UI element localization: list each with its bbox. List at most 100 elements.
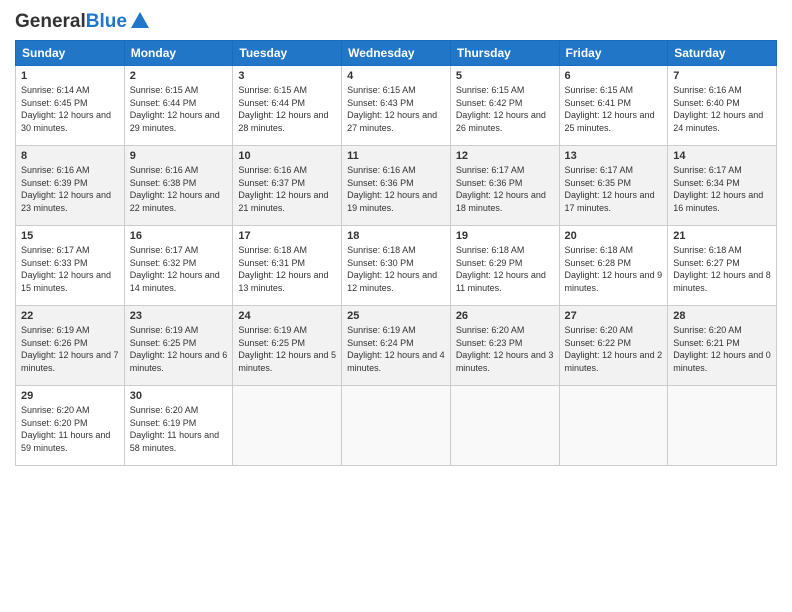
- day-info: Sunrise: 6:18 AMSunset: 6:30 PMDaylight:…: [347, 244, 445, 294]
- day-number: 29: [21, 390, 119, 402]
- day-info: Sunrise: 6:19 AMSunset: 6:26 PMDaylight:…: [21, 324, 119, 374]
- calendar-cell: 21Sunrise: 6:18 AMSunset: 6:27 PMDayligh…: [668, 226, 777, 306]
- day-number: 10: [238, 150, 336, 162]
- calendar-week-row: 1Sunrise: 6:14 AMSunset: 6:45 PMDaylight…: [16, 66, 777, 146]
- day-number: 27: [565, 310, 663, 322]
- calendar-cell: 3 Sunrise: 6:15 AMSunset: 6:44 PMDaylight…: [233, 66, 342, 146]
- calendar-cell: 6Sunrise: 6:15 AMSunset: 6:41 PMDaylight…: [559, 66, 668, 146]
- calendar-cell: 22 Sunrise: 6:19 AMSunset: 6:26 PMDayligh…: [16, 306, 125, 386]
- day-info: Sunrise: 6:16 AMSunset: 6:38 PMDaylight:…: [130, 164, 228, 214]
- calendar-cell: 15 Sunrise: 6:17 AMSunset: 6:33 PMDayligh…: [16, 226, 125, 306]
- day-info: Sunrise: 6:15 AMSunset: 6:44 PMDaylight:…: [238, 84, 336, 134]
- day-info: Sunrise: 6:20 AMSunset: 6:19 PMDaylight:…: [130, 404, 228, 454]
- calendar-cell: 1Sunrise: 6:14 AMSunset: 6:45 PMDaylight…: [16, 66, 125, 146]
- calendar-header-row: SundayMondayTuesdayWednesdayThursdayFrid…: [16, 41, 777, 66]
- day-info: Sunrise: 6:18 AMSunset: 6:29 PMDaylight:…: [456, 244, 554, 294]
- day-info: Sunrise: 6:16 AMSunset: 6:40 PMDaylight:…: [673, 84, 771, 134]
- logo-icon: [129, 10, 151, 32]
- day-info: Sunrise: 6:16 AMSunset: 6:39 PMDaylight:…: [21, 164, 119, 214]
- day-info: Sunrise: 6:18 AMSunset: 6:31 PMDaylight:…: [238, 244, 336, 294]
- day-number: 9: [130, 150, 228, 162]
- calendar-cell: 24 Sunrise: 6:19 AMSunset: 6:25 PMDayligh…: [233, 306, 342, 386]
- calendar-cell: 12 Sunrise: 6:17 AMSunset: 6:36 PMDayligh…: [450, 146, 559, 226]
- day-info: Sunrise: 6:17 AMSunset: 6:33 PMDaylight:…: [21, 244, 119, 294]
- day-info: Sunrise: 6:17 AMSunset: 6:35 PMDaylight:…: [565, 164, 663, 214]
- calendar-cell: 25 Sunrise: 6:19 AMSunset: 6:24 PMDayligh…: [342, 306, 451, 386]
- weekday-header-monday: Monday: [124, 41, 233, 66]
- day-number: 17: [238, 230, 336, 242]
- calendar-cell: 5 Sunrise: 6:15 AMSunset: 6:42 PMDaylight…: [450, 66, 559, 146]
- day-info: Sunrise: 6:15 AMSunset: 6:42 PMDaylight:…: [456, 84, 554, 134]
- day-number: 4: [347, 70, 445, 82]
- weekday-header-friday: Friday: [559, 41, 668, 66]
- calendar-cell: 16 Sunrise: 6:17 AMSunset: 6:32 PMDayligh…: [124, 226, 233, 306]
- day-info: Sunrise: 6:17 AMSunset: 6:36 PMDaylight:…: [456, 164, 554, 214]
- calendar-cell: 26 Sunrise: 6:20 AMSunset: 6:23 PMDayligh…: [450, 306, 559, 386]
- day-number: 1: [21, 70, 119, 82]
- calendar-cell: 30Sunrise: 6:20 AMSunset: 6:19 PMDayligh…: [124, 386, 233, 466]
- day-number: 25: [347, 310, 445, 322]
- calendar-cell: 8 Sunrise: 6:16 AMSunset: 6:39 PMDaylight…: [16, 146, 125, 226]
- calendar-cell: 23 Sunrise: 6:19 AMSunset: 6:25 PMDayligh…: [124, 306, 233, 386]
- logo: GeneralBlue: [15, 10, 151, 32]
- calendar-cell: 19 Sunrise: 6:18 AMSunset: 6:29 PMDayligh…: [450, 226, 559, 306]
- page: GeneralBlue SundayMondayTuesdayWednesday…: [0, 0, 792, 612]
- day-info: Sunrise: 6:19 AMSunset: 6:24 PMDaylight:…: [347, 324, 445, 374]
- day-info: Sunrise: 6:17 AMSunset: 6:32 PMDaylight:…: [130, 244, 228, 294]
- day-number: 23: [130, 310, 228, 322]
- day-info: Sunrise: 6:19 AMSunset: 6:25 PMDaylight:…: [238, 324, 336, 374]
- calendar-cell: 18 Sunrise: 6:18 AMSunset: 6:30 PMDayligh…: [342, 226, 451, 306]
- day-number: 11: [347, 150, 445, 162]
- calendar-week-row: 29 Sunrise: 6:20 AMSunset: 6:20 PMDayligh…: [16, 386, 777, 466]
- day-number: 12: [456, 150, 554, 162]
- calendar-cell: 27Sunrise: 6:20 AMSunset: 6:22 PMDayligh…: [559, 306, 668, 386]
- calendar-cell: [450, 386, 559, 466]
- calendar-week-row: 8 Sunrise: 6:16 AMSunset: 6:39 PMDaylight…: [16, 146, 777, 226]
- calendar-cell: 2 Sunrise: 6:15 AMSunset: 6:44 PMDaylight…: [124, 66, 233, 146]
- day-number: 2: [130, 70, 228, 82]
- calendar-table: SundayMondayTuesdayWednesdayThursdayFrid…: [15, 40, 777, 466]
- weekday-header-saturday: Saturday: [668, 41, 777, 66]
- day-info: Sunrise: 6:17 AMSunset: 6:34 PMDaylight:…: [673, 164, 771, 214]
- calendar-cell: 9 Sunrise: 6:16 AMSunset: 6:38 PMDaylight…: [124, 146, 233, 226]
- day-number: 13: [565, 150, 663, 162]
- header: GeneralBlue: [15, 10, 777, 32]
- calendar-cell: [342, 386, 451, 466]
- day-number: 5: [456, 70, 554, 82]
- logo-general: General: [15, 11, 86, 32]
- day-info: Sunrise: 6:15 AMSunset: 6:41 PMDaylight:…: [565, 84, 663, 134]
- calendar-cell: 14 Sunrise: 6:17 AMSunset: 6:34 PMDayligh…: [668, 146, 777, 226]
- calendar-cell: 20Sunrise: 6:18 AMSunset: 6:28 PMDayligh…: [559, 226, 668, 306]
- day-info: Sunrise: 6:20 AMSunset: 6:23 PMDaylight:…: [456, 324, 554, 374]
- weekday-header-sunday: Sunday: [16, 41, 125, 66]
- calendar-cell: 7 Sunrise: 6:16 AMSunset: 6:40 PMDaylight…: [668, 66, 777, 146]
- day-number: 26: [456, 310, 554, 322]
- day-number: 18: [347, 230, 445, 242]
- calendar-cell: 29 Sunrise: 6:20 AMSunset: 6:20 PMDayligh…: [16, 386, 125, 466]
- day-number: 28: [673, 310, 771, 322]
- weekday-header-tuesday: Tuesday: [233, 41, 342, 66]
- day-number: 15: [21, 230, 119, 242]
- calendar-cell: 13 Sunrise: 6:17 AMSunset: 6:35 PMDayligh…: [559, 146, 668, 226]
- day-info: Sunrise: 6:19 AMSunset: 6:25 PMDaylight:…: [130, 324, 228, 374]
- calendar-cell: [668, 386, 777, 466]
- day-info: Sunrise: 6:18 AMSunset: 6:28 PMDaylight:…: [565, 244, 663, 294]
- day-number: 19: [456, 230, 554, 242]
- calendar-cell: 11 Sunrise: 6:16 AMSunset: 6:36 PMDayligh…: [342, 146, 451, 226]
- calendar-cell: [559, 386, 668, 466]
- day-number: 14: [673, 150, 771, 162]
- day-number: 3: [238, 70, 336, 82]
- day-number: 7: [673, 70, 771, 82]
- weekday-header-wednesday: Wednesday: [342, 41, 451, 66]
- day-info: Sunrise: 6:18 AMSunset: 6:27 PMDaylight:…: [673, 244, 771, 294]
- calendar-cell: [233, 386, 342, 466]
- day-info: Sunrise: 6:16 AMSunset: 6:36 PMDaylight:…: [347, 164, 445, 214]
- day-number: 16: [130, 230, 228, 242]
- logo-blue: Blue: [86, 11, 127, 32]
- day-number: 8: [21, 150, 119, 162]
- day-number: 22: [21, 310, 119, 322]
- day-info: Sunrise: 6:15 AMSunset: 6:44 PMDaylight:…: [130, 84, 228, 134]
- calendar-cell: 28Sunrise: 6:20 AMSunset: 6:21 PMDayligh…: [668, 306, 777, 386]
- day-info: Sunrise: 6:20 AMSunset: 6:20 PMDaylight:…: [21, 404, 119, 454]
- day-number: 24: [238, 310, 336, 322]
